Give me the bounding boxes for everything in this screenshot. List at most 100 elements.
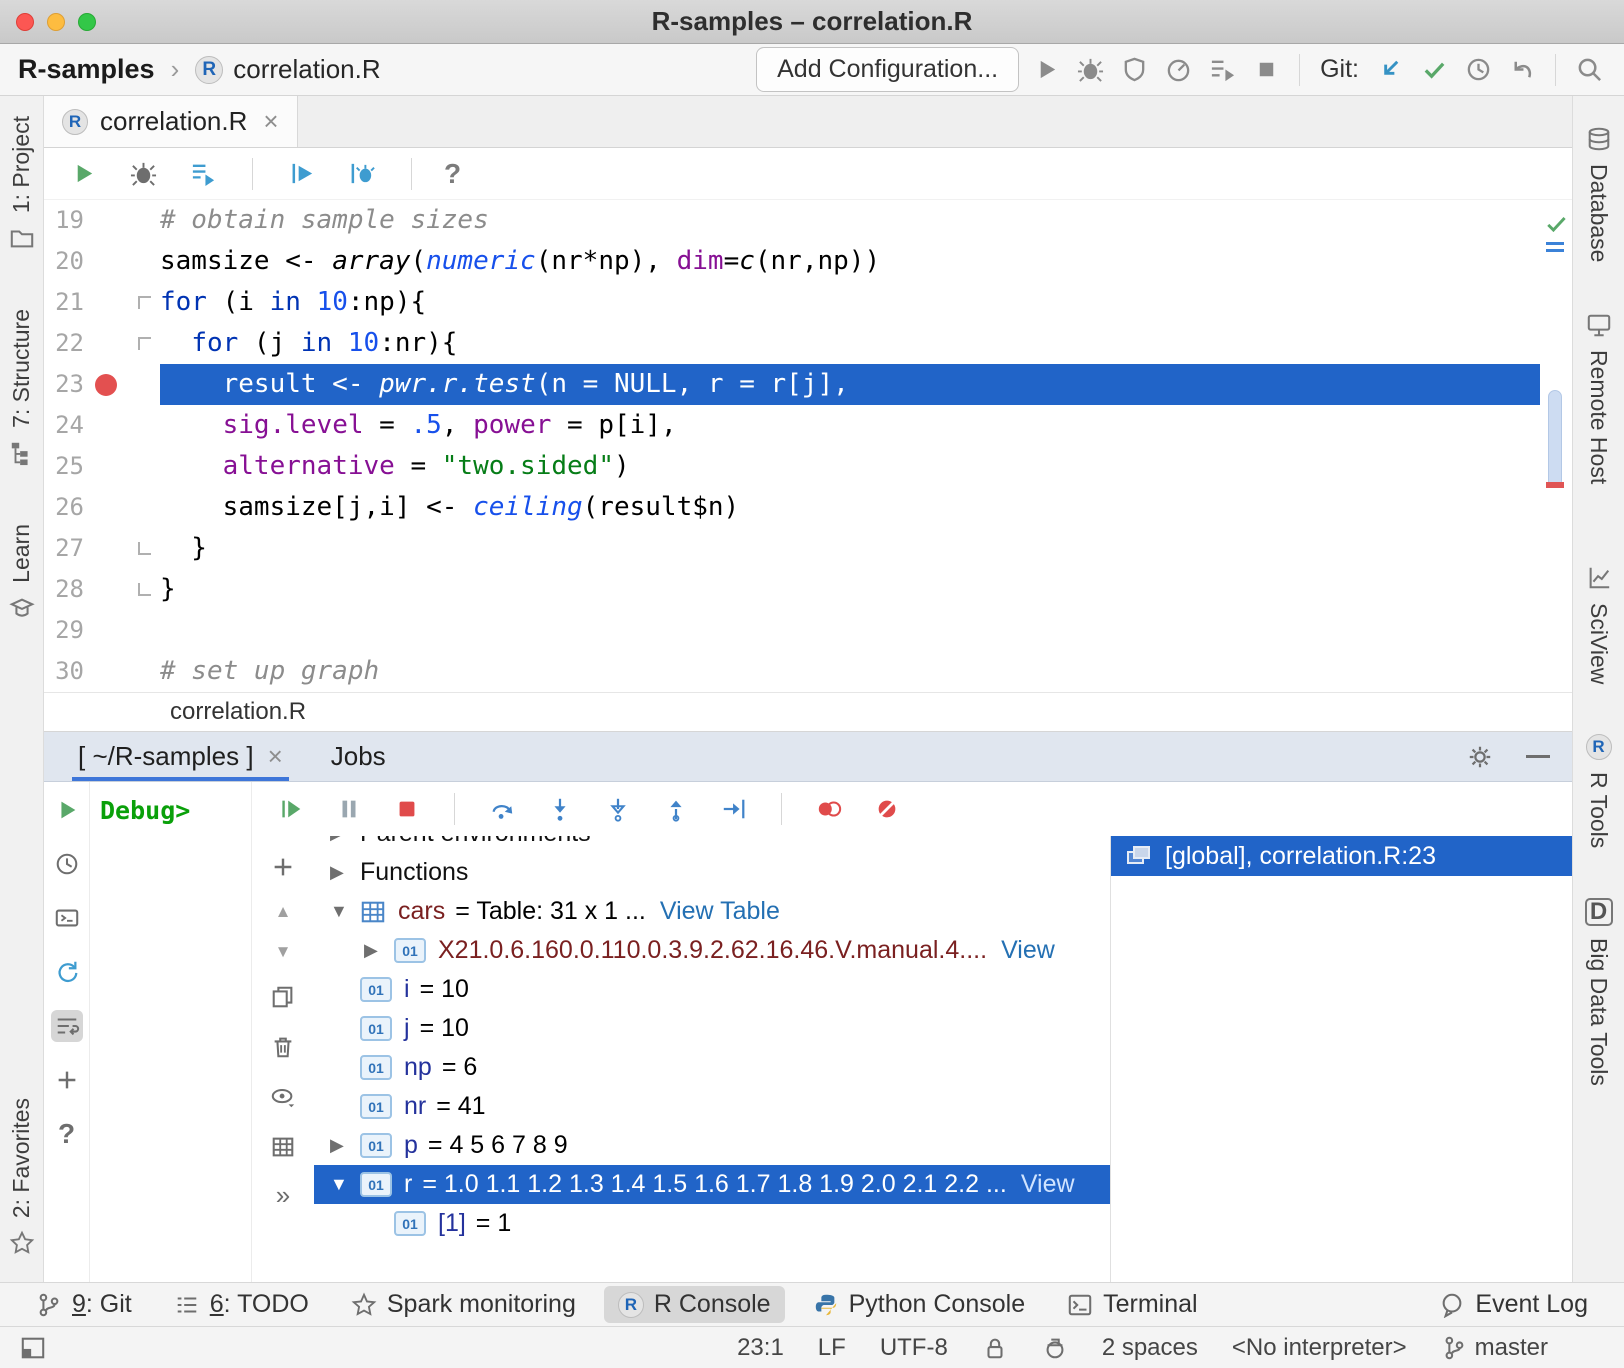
variable-row-np[interactable]: 01 np = 6 [314,1048,1110,1087]
view-link[interactable]: View [1001,936,1055,965]
show-output-icon[interactable] [51,902,83,934]
breakpoint-icon[interactable] [95,374,117,396]
line-number[interactable]: 29 [44,610,84,651]
add-icon[interactable] [51,1064,83,1096]
file-encoding[interactable]: UTF-8 [880,1334,948,1362]
tab-python-console[interactable]: Python Console [799,1286,1040,1323]
sidebar-item-r-tools[interactable]: R R Tools [1585,734,1612,848]
sidebar-item-favorites[interactable]: 2: Favorites [8,1098,35,1256]
error-stripe-mark[interactable] [1546,482,1564,488]
add-configuration-button[interactable]: Add Configuration... [756,47,1019,92]
variable-row[interactable]: ▶ Functions [314,853,1110,892]
expander-icon[interactable]: ▶ [330,836,360,844]
code-line-text[interactable]: samsize <- array(numeric(nr*np), dim=c(n… [160,241,1540,282]
expander-icon[interactable]: ▶ [330,1135,360,1156]
run-configurations-icon[interactable] [1205,53,1239,87]
tab-jobs[interactable]: Jobs [325,732,392,781]
stop-debug-icon[interactable] [390,792,424,826]
variable-row-j[interactable]: 01 j = 10 [314,1009,1110,1048]
line-number[interactable]: 25 [44,446,84,487]
line-number[interactable]: 19 [44,200,84,241]
soft-wrap-icon[interactable] [51,1010,83,1042]
tab-correlation-r[interactable]: R correlation.R × [44,96,298,147]
inspections-profile-icon[interactable] [1042,1335,1068,1361]
line-number[interactable]: 21 [44,282,84,323]
move-up-icon[interactable]: ▲ [275,902,292,922]
file-breadcrumb[interactable]: correlation.R [233,54,380,85]
minimize-tool-window-icon[interactable] [1526,755,1550,758]
tab-terminal[interactable]: Terminal [1053,1286,1211,1323]
show-as-table-icon[interactable] [268,1132,298,1162]
code-line-text[interactable]: # obtain sample sizes [160,200,1540,241]
code-line-text[interactable]: for (i in 10:np){ [160,282,1540,323]
expander-icon[interactable]: ▼ [330,1174,360,1195]
coverage-icon[interactable] [1117,53,1151,87]
git-commit-icon[interactable] [1417,53,1451,87]
step-over-icon[interactable] [485,792,519,826]
tab-r-samples-console[interactable]: [ ~/R-samples ] × [72,732,289,781]
fold-marker[interactable] [138,583,151,596]
tab-todo[interactable]: 6: TODO [160,1286,323,1323]
debug-from-line-icon[interactable] [345,157,379,191]
interpreter-setting[interactable]: <No interpreter> [1232,1334,1407,1362]
add-watch-icon[interactable] [268,852,298,882]
editor-scrollbar[interactable] [1540,200,1572,692]
variable-row-p[interactable]: ▶ 01 p = 4 5 6 7 8 9 [314,1126,1110,1165]
step-into-icon[interactable] [543,792,577,826]
git-history-icon[interactable] [1461,53,1495,87]
copy-icon[interactable] [268,982,298,1012]
code-line-text[interactable]: alternative = "two.sided") [160,446,1540,487]
lock-icon[interactable] [982,1335,1008,1361]
tab-r-console[interactable]: R R Console [604,1286,785,1323]
run-selection-icon[interactable] [186,157,220,191]
line-separator[interactable]: LF [818,1334,846,1362]
sidebar-item-project[interactable]: 1: Project [8,116,35,251]
history-icon[interactable] [51,848,83,880]
run-to-cursor-icon[interactable] [717,792,751,826]
sidebar-item-learn[interactable]: Learn [8,524,35,621]
code-line-text[interactable]: result <- pwr.r.test(n = NULL, r = r[j], [160,364,1540,405]
expander-icon[interactable]: ▶ [364,940,394,961]
pause-icon[interactable] [332,792,366,826]
refresh-icon[interactable] [51,956,83,988]
stack-frame[interactable]: [global], correlation.R:23 [1111,836,1572,876]
fold-marker[interactable] [138,542,151,555]
variable-row-i[interactable]: 01 i = 10 [314,970,1110,1009]
sidebar-item-remote-host[interactable]: Remote Host [1585,312,1612,484]
minimize-window-button[interactable] [47,13,65,31]
expander-icon[interactable]: ▼ [330,901,360,922]
view-breakpoints-icon[interactable] [812,792,846,826]
step-out-icon[interactable] [659,792,693,826]
git-rollback-icon[interactable] [1505,53,1539,87]
close-tab-icon[interactable]: × [259,106,278,137]
project-breadcrumb[interactable]: R-samples [18,54,155,85]
view-options-eye-icon[interactable] [268,1082,298,1112]
view-table-link[interactable]: View Table [660,897,780,926]
git-update-icon[interactable] [1373,53,1407,87]
debug-console[interactable]: Debug> [90,782,252,1282]
line-number[interactable]: 26 [44,487,84,528]
rerun-icon[interactable] [51,794,83,826]
line-number[interactable]: 20 [44,241,84,282]
mute-breakpoints-icon[interactable] [870,792,904,826]
sidebar-item-structure[interactable]: 7: Structure [8,309,35,466]
profiler-icon[interactable] [1161,53,1195,87]
debug-icon[interactable] [1073,53,1107,87]
breadcrumb[interactable]: correlation.R [170,698,306,726]
run-file-icon[interactable] [66,157,100,191]
variable-row[interactable]: ▶ Parent environments [314,836,1110,853]
indent-setting[interactable]: 2 spaces [1102,1334,1198,1362]
tool-window-toggle-icon[interactable] [20,1335,46,1361]
line-number[interactable]: 23 [44,364,84,405]
sidebar-item-database[interactable]: Database [1585,126,1612,262]
line-number[interactable]: 27 [44,528,84,569]
view-link[interactable]: View [1021,1170,1075,1199]
resume-icon[interactable] [274,792,308,826]
code-line-text[interactable]: for (j in 10:nr){ [160,323,1540,364]
variable-row-x21[interactable]: ▶ 01 X21.0.6.160.0.110.0.3.9.2.62.16.46.… [314,931,1110,970]
debug-file-icon[interactable] [126,157,160,191]
code-line-text[interactable]: } [160,569,1540,610]
expander-icon[interactable]: ▶ [330,862,360,883]
tab-git[interactable]: 9: Git [22,1286,146,1323]
stop-icon[interactable] [1249,53,1283,87]
